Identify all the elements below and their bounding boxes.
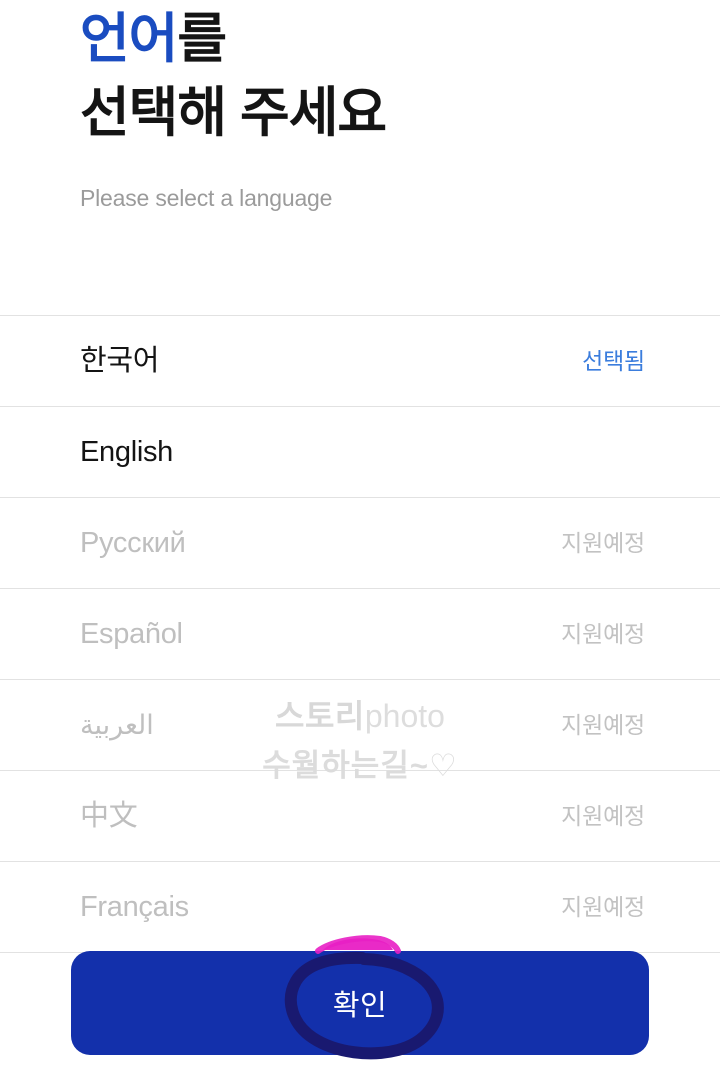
confirm-button-area: 확인 xyxy=(71,951,649,1055)
header: 언어를 선택해 주세요 Please select a language xyxy=(0,0,720,212)
language-name: English xyxy=(80,436,174,468)
confirm-button-label: 확인 xyxy=(332,990,388,1022)
page-title-line2: 선택해 주세요 xyxy=(80,83,387,143)
language-name: 中文 xyxy=(80,800,138,832)
language-row-chinese: 中文 지원예정 xyxy=(0,771,720,862)
language-name: 한국어 xyxy=(80,345,160,377)
language-status-badge: 지원예정 xyxy=(561,530,645,556)
page-subtitle: Please select a language xyxy=(80,185,333,211)
page-title-accent: 언어 xyxy=(80,9,178,69)
language-row-korean[interactable]: 한국어 선택됨 xyxy=(0,316,720,407)
language-row-russian: Русский 지원예정 xyxy=(0,498,720,589)
language-row-spanish: Español 지원예정 xyxy=(0,589,720,680)
language-status-badge: 지원예정 xyxy=(561,712,645,738)
language-name: Español xyxy=(80,618,183,650)
language-row-english[interactable]: English xyxy=(0,407,720,498)
language-row-arabic: العربية 지원예정 xyxy=(0,680,720,771)
language-status-badge: 지원예정 xyxy=(561,621,645,647)
language-status-badge: 선택됨 xyxy=(582,348,645,374)
language-status-badge: 지원예정 xyxy=(561,894,645,920)
language-name: Français xyxy=(80,891,189,923)
language-name: Русский xyxy=(80,527,186,559)
language-name: العربية xyxy=(80,710,154,740)
page-title: 언어를 선택해 주세요 xyxy=(0,0,720,150)
language-select-screen: 언어를 선택해 주세요 Please select a language 한국어… xyxy=(0,0,720,1082)
language-status-badge: 지원예정 xyxy=(561,803,645,829)
confirm-button[interactable]: 확인 xyxy=(71,951,649,1055)
language-list: 한국어 선택됨 English Русский 지원예정 Español 지원예… xyxy=(0,315,720,953)
language-row-french: Français 지원예정 xyxy=(0,862,720,953)
page-title-rest: 를 xyxy=(177,9,227,69)
